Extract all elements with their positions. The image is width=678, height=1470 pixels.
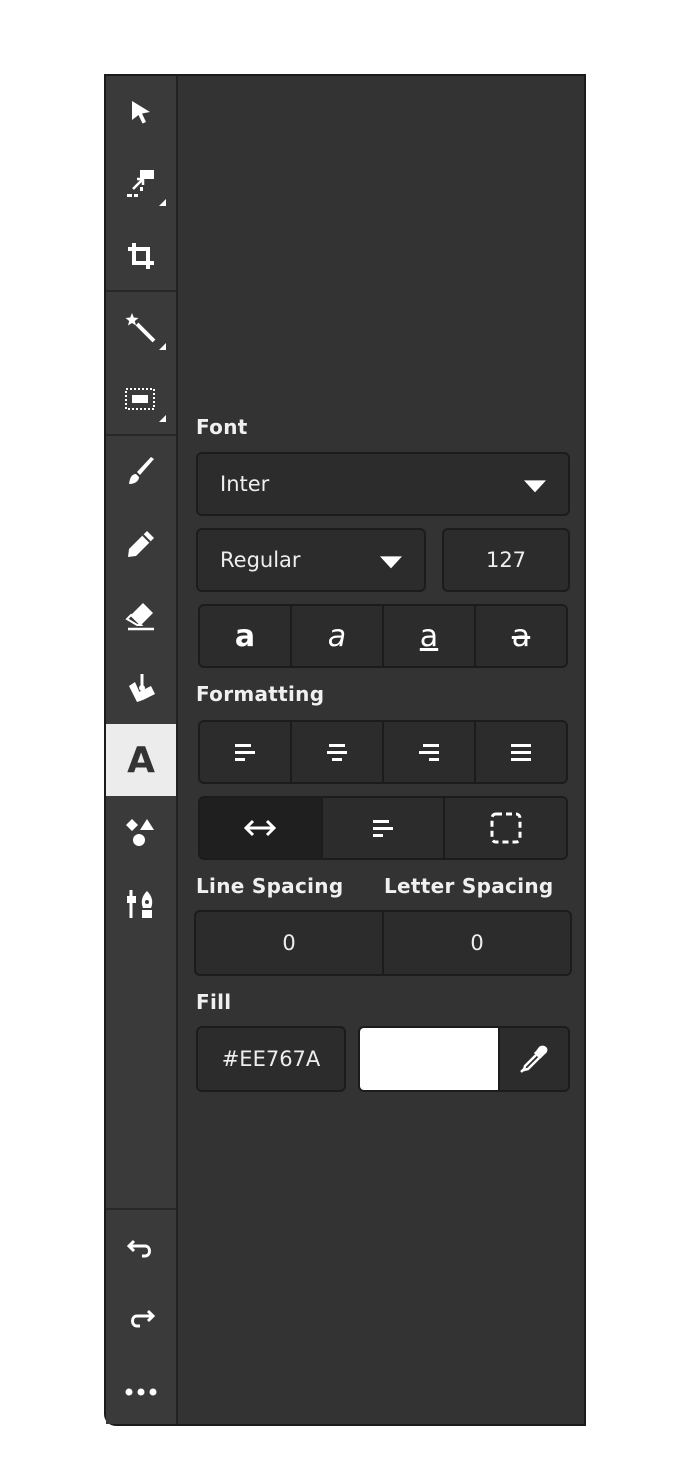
shapes-icon: [126, 819, 154, 846]
line-spacing-input[interactable]: 0: [196, 912, 384, 974]
fill-color-control: [358, 1026, 570, 1092]
transform-tool[interactable]: [106, 148, 176, 220]
spacing-inputs: 0 0: [194, 910, 572, 976]
fill-label: Fill: [196, 990, 232, 1014]
fixed-size-icon: [490, 812, 522, 844]
fill-bucket-icon: [129, 674, 155, 702]
align-left-button[interactable]: [200, 722, 292, 782]
fill-hex-value: #EE767A: [221, 1047, 321, 1071]
line-spacing-value: 0: [282, 931, 296, 955]
brush-tool[interactable]: [106, 436, 176, 508]
font-family-select[interactable]: Inter: [196, 452, 570, 516]
underline-button[interactable]: a: [384, 606, 476, 666]
transform-icon: [127, 170, 154, 197]
pencil-icon: [128, 531, 154, 557]
align-left-icon: [235, 744, 255, 761]
chevron-down-icon: [380, 556, 402, 569]
text-wrap-group: [198, 796, 568, 860]
underline-icon: a: [419, 618, 439, 654]
bold-button[interactable]: a: [200, 606, 292, 666]
align-center-button[interactable]: [292, 722, 384, 782]
fill-bucket-tool[interactable]: [106, 652, 176, 724]
redo-button[interactable]: [106, 1284, 176, 1356]
font-weight-value: Regular: [220, 548, 301, 572]
eraser-tool[interactable]: [106, 580, 176, 652]
selection-icon: [125, 388, 155, 410]
adjust-tool[interactable]: [106, 868, 176, 940]
more-button[interactable]: [106, 1356, 176, 1428]
italic-button[interactable]: a: [292, 606, 384, 666]
text-tool-icon: A: [127, 739, 155, 781]
more-icon: [125, 1388, 157, 1396]
text-tool-panel: A Font Inter Regular 127 a a a a Formatt…: [104, 74, 586, 1426]
auto-width-icon: [244, 819, 277, 837]
cursor-tool[interactable]: [106, 76, 176, 148]
bold-icon: a: [234, 618, 256, 654]
shapes-tool[interactable]: [106, 796, 176, 868]
strikethrough-button[interactable]: a: [476, 606, 566, 666]
magic-wand-tool[interactable]: [106, 292, 176, 364]
chevron-down-icon: [524, 480, 546, 493]
font-weight-select[interactable]: Regular: [196, 528, 426, 592]
font-style-group: a a a a: [198, 604, 568, 668]
font-family-value: Inter: [220, 472, 270, 496]
eyedropper-button[interactable]: [500, 1028, 568, 1090]
cursor-icon: [132, 101, 150, 124]
letter-spacing-label: Letter Spacing: [384, 874, 554, 898]
color-swatch[interactable]: [360, 1028, 500, 1090]
align-center-icon: [327, 744, 347, 761]
italic-icon: a: [327, 618, 347, 654]
pencil-tool[interactable]: [106, 508, 176, 580]
font-size-input[interactable]: 127: [442, 528, 570, 592]
align-right-icon: [419, 744, 439, 761]
strikethrough-icon: a: [511, 618, 531, 654]
font-label: Font: [196, 415, 248, 439]
line-spacing-label: Line Spacing: [196, 874, 344, 898]
crop-tool[interactable]: [106, 220, 176, 292]
text-tool[interactable]: A: [106, 724, 176, 796]
undo-icon: [126, 1239, 151, 1258]
adjust-icon: [127, 890, 153, 918]
eyedropper-icon: [520, 1045, 548, 1073]
align-justify-button[interactable]: [476, 722, 566, 782]
toolbar: A: [106, 76, 178, 1424]
selection-tool[interactable]: [106, 364, 176, 436]
crop-icon: [128, 243, 154, 269]
formatting-label: Formatting: [196, 682, 325, 706]
text-align-group: [198, 720, 568, 784]
letter-spacing-value: 0: [470, 931, 484, 955]
align-justify-icon: [511, 744, 531, 761]
fixed-size-button[interactable]: [445, 798, 566, 858]
font-size-value: 127: [485, 548, 527, 572]
undo-button[interactable]: [106, 1212, 176, 1284]
letter-spacing-input[interactable]: 0: [384, 912, 570, 974]
brush-icon: [129, 457, 154, 484]
auto-width-button[interactable]: [200, 798, 323, 858]
eraser-icon: [125, 603, 154, 631]
fill-hex-input[interactable]: #EE767A: [196, 1026, 346, 1092]
align-right-button[interactable]: [384, 722, 476, 782]
redo-icon: [131, 1309, 156, 1328]
auto-height-button[interactable]: [323, 798, 446, 858]
auto-height-icon: [373, 820, 393, 837]
magic-wand-icon: [125, 313, 156, 343]
